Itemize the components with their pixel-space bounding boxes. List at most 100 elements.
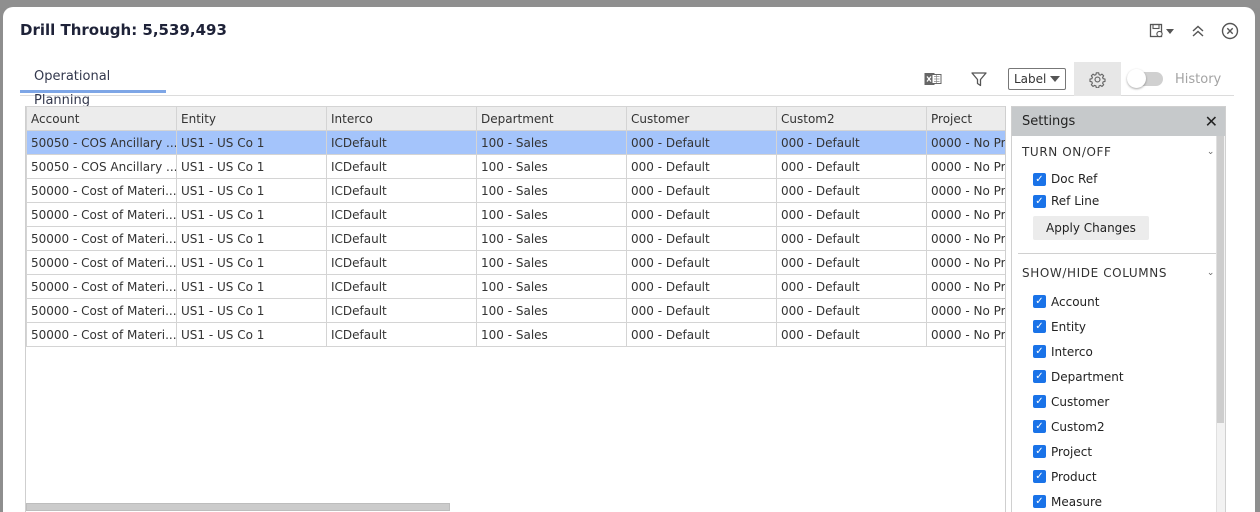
cell-customer[interactable]: 000 - Default (626, 130, 777, 155)
column-header-department[interactable]: Department (476, 106, 627, 131)
checkbox-icon[interactable]: ✓ (1033, 495, 1046, 508)
cell-custom2[interactable]: 000 - Default (776, 298, 927, 323)
cell-custom2[interactable]: 000 - Default (776, 178, 927, 203)
column-header-custom2[interactable]: Custom2 (776, 106, 927, 131)
cell-interco[interactable]: ICDefault (326, 154, 477, 179)
cell-interco[interactable]: ICDefault (326, 274, 477, 299)
checkbox-account[interactable]: ✓ Account (1012, 289, 1225, 314)
checkbox-icon[interactable]: ✓ (1033, 295, 1046, 308)
settings-scrollbar-thumb[interactable] (1217, 136, 1224, 423)
cell-account[interactable]: 50000 - Cost of Materi... (26, 274, 177, 299)
checkbox-entity[interactable]: ✓ Entity (1012, 314, 1225, 339)
cell-interco[interactable]: ICDefault (326, 178, 477, 203)
cell-interco[interactable]: ICDefault (326, 322, 477, 347)
cell-account[interactable]: 50000 - Cost of Materi... (26, 202, 177, 227)
collapse-button[interactable] (1191, 24, 1205, 38)
cell-customer[interactable]: 000 - Default (626, 178, 777, 203)
checkbox-icon[interactable]: ✓ (1033, 345, 1046, 358)
table-row[interactable]: 50000 - Cost of Materi... US1 - US Co 1 IC… (26, 322, 1005, 347)
cell-project[interactable]: 0000 - No Pr (926, 298, 1005, 323)
cell-department[interactable]: 100 - Sales (476, 154, 627, 179)
checkbox-icon[interactable]: ✓ (1033, 172, 1046, 186)
cell-customer[interactable]: 000 - Default (626, 154, 777, 179)
cell-customer[interactable]: 000 - Default (626, 202, 777, 227)
column-header-customer[interactable]: Customer (626, 106, 777, 131)
checkbox-interco[interactable]: ✓ Interco (1012, 339, 1225, 364)
cell-interco[interactable]: ICDefault (326, 130, 477, 155)
cell-customer[interactable]: 000 - Default (626, 298, 777, 323)
checkbox-ref-line[interactable]: ✓ Ref Line (1012, 190, 1225, 212)
settings-vertical-scrollbar[interactable] (1216, 136, 1225, 512)
checkbox-icon[interactable]: ✓ (1033, 194, 1046, 208)
cell-interco[interactable]: ICDefault (326, 226, 477, 251)
turn-on-off-section-header[interactable]: TURN ON/OFF ⌄ (1012, 136, 1225, 168)
cell-entity[interactable]: US1 - US Co 1 (176, 226, 327, 251)
cell-project[interactable]: 0000 - No Pr (926, 250, 1005, 275)
column-header-project[interactable]: Project (926, 106, 1005, 131)
cell-custom2[interactable]: 000 - Default (776, 202, 927, 227)
cell-entity[interactable]: US1 - US Co 1 (176, 274, 327, 299)
cell-account[interactable]: 50000 - Cost of Materi... (26, 178, 177, 203)
table-row[interactable]: 50000 - Cost of Materi... US1 - US Co 1 IC… (26, 250, 1005, 275)
table-row[interactable]: 50000 - Cost of Materi... US1 - US Co 1 IC… (26, 226, 1005, 251)
cell-department[interactable]: 100 - Sales (476, 322, 627, 347)
column-header-account[interactable]: Account (26, 106, 177, 131)
cell-entity[interactable]: US1 - US Co 1 (176, 130, 327, 155)
cell-customer[interactable]: 000 - Default (626, 250, 777, 275)
cell-department[interactable]: 100 - Sales (476, 130, 627, 155)
close-dialog-button[interactable] (1221, 22, 1239, 40)
cell-account[interactable]: 50000 - Cost of Materi... (26, 226, 177, 251)
cell-project[interactable]: 0000 - No Pr (926, 202, 1005, 227)
table-row[interactable]: 50050 - COS Ancillary ... US1 - US Co 1 IC… (26, 154, 1005, 179)
filter-button[interactable] (964, 64, 994, 94)
cell-project[interactable]: 0000 - No Pr (926, 322, 1005, 347)
column-header-interco[interactable]: Interco (326, 106, 477, 131)
horizontal-scrollbar[interactable] (26, 503, 1005, 512)
cell-account[interactable]: 50050 - COS Ancillary ... (26, 154, 177, 179)
cell-entity[interactable]: US1 - US Co 1 (176, 322, 327, 347)
table-row[interactable]: 50000 - Cost of Materi... US1 - US Co 1 IC… (26, 274, 1005, 299)
settings-button[interactable] (1074, 62, 1121, 96)
column-header-entity[interactable]: Entity (176, 106, 327, 131)
show-hide-columns-section-header[interactable]: SHOW/HIDE COLUMNS ⌄ (1012, 257, 1225, 289)
cell-entity[interactable]: US1 - US Co 1 (176, 154, 327, 179)
cell-custom2[interactable]: 000 - Default (776, 154, 927, 179)
cell-project[interactable]: 0000 - No Pr (926, 178, 1005, 203)
cell-entity[interactable]: US1 - US Co 1 (176, 250, 327, 275)
checkbox-department[interactable]: ✓ Department (1012, 364, 1225, 389)
cell-customer[interactable]: 000 - Default (626, 226, 777, 251)
cell-account[interactable]: 50000 - Cost of Materi... (26, 322, 177, 347)
cell-project[interactable]: 0000 - No Pr (926, 154, 1005, 179)
cell-interco[interactable]: ICDefault (326, 202, 477, 227)
cell-project[interactable]: 0000 - No Pr (926, 226, 1005, 251)
cell-department[interactable]: 100 - Sales (476, 298, 627, 323)
checkbox-icon[interactable]: ✓ (1033, 370, 1046, 383)
checkbox-icon[interactable]: ✓ (1033, 420, 1046, 433)
display-mode-select[interactable]: Label (1008, 68, 1066, 90)
cell-custom2[interactable]: 000 - Default (776, 322, 927, 347)
checkbox-icon[interactable]: ✓ (1033, 470, 1046, 483)
cell-department[interactable]: 100 - Sales (476, 226, 627, 251)
checkbox-icon[interactable]: ✓ (1033, 320, 1046, 333)
history-toggle[interactable] (1127, 69, 1163, 88)
cell-department[interactable]: 100 - Sales (476, 274, 627, 299)
checkbox-doc-ref[interactable]: ✓ Doc Ref (1012, 168, 1225, 190)
cell-interco[interactable]: ICDefault (326, 250, 477, 275)
cell-custom2[interactable]: 000 - Default (776, 226, 927, 251)
cell-customer[interactable]: 000 - Default (626, 322, 777, 347)
save-settings-button[interactable] (1149, 23, 1175, 39)
table-row[interactable]: 50000 - Cost of Materi... US1 - US Co 1 IC… (26, 298, 1005, 323)
checkbox-icon[interactable]: ✓ (1033, 445, 1046, 458)
cell-department[interactable]: 100 - Sales (476, 250, 627, 275)
cell-department[interactable]: 100 - Sales (476, 202, 627, 227)
checkbox-measure[interactable]: ✓ Measure (1012, 489, 1225, 512)
horizontal-scrollbar-thumb[interactable] (26, 503, 450, 511)
table-row[interactable]: 50000 - Cost of Materi... US1 - US Co 1 IC… (26, 178, 1005, 203)
checkbox-project[interactable]: ✓ Project (1012, 439, 1225, 464)
cell-interco[interactable]: ICDefault (326, 298, 477, 323)
cell-customer[interactable]: 000 - Default (626, 274, 777, 299)
checkbox-customer[interactable]: ✓ Customer (1012, 389, 1225, 414)
checkbox-product[interactable]: ✓ Product (1012, 464, 1225, 489)
table-row[interactable]: 50000 - Cost of Materi... US1 - US Co 1 IC… (26, 202, 1005, 227)
close-settings-icon[interactable]: ✕ (1205, 112, 1218, 131)
